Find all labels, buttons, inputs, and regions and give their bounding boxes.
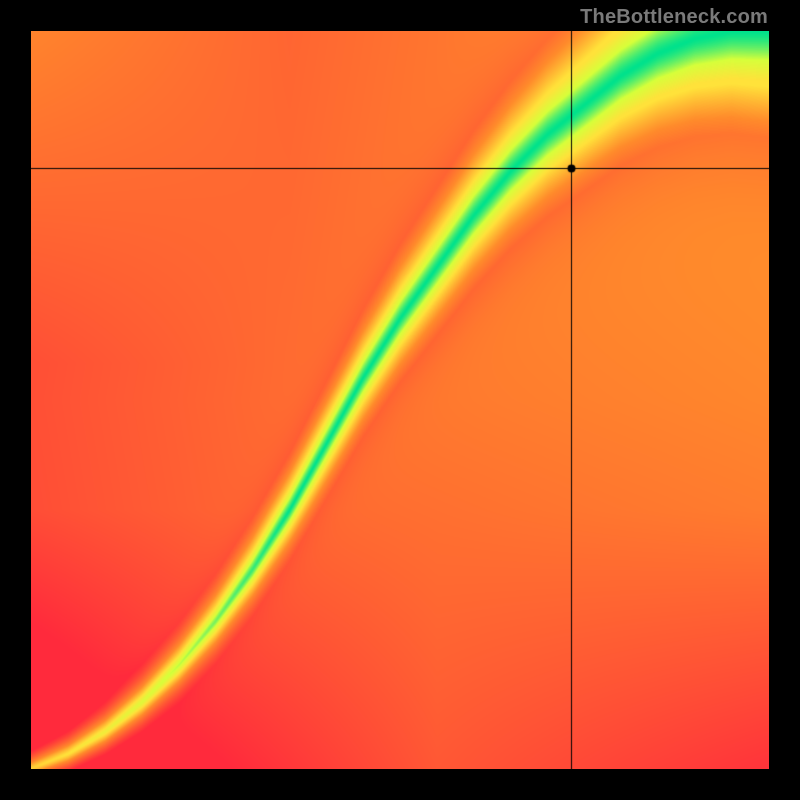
heatmap-canvas	[31, 31, 769, 769]
heatmap-plot	[31, 31, 769, 769]
chart-frame: TheBottleneck.com	[0, 0, 800, 800]
watermark-text: TheBottleneck.com	[580, 6, 768, 29]
